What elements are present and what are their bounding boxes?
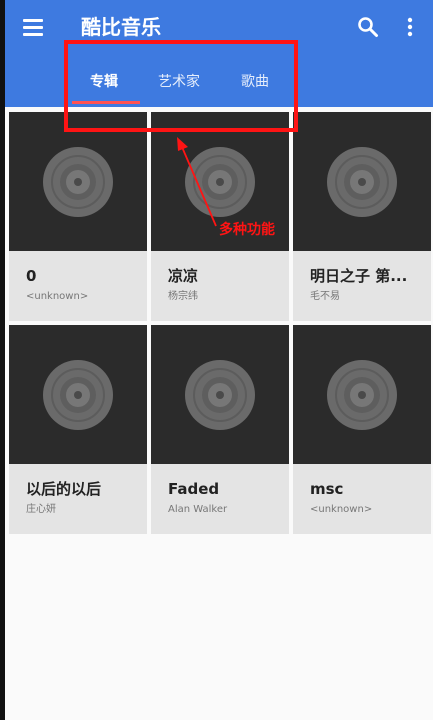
album-cover — [9, 325, 147, 464]
album-artist: Alan Walker — [168, 504, 228, 515]
album-artist: <unknown> — [310, 504, 373, 515]
vinyl-record-icon — [185, 360, 255, 430]
more-vertical-icon[interactable] — [402, 16, 418, 38]
app-bar: 酷比音乐 专辑 艺术家 歌曲 — [0, 0, 433, 107]
album-card[interactable]: 明日之子 第... 毛不易 — [293, 112, 431, 321]
album-title: Faded — [168, 480, 220, 498]
vinyl-record-icon — [185, 147, 255, 217]
app-title: 酷比音乐 — [81, 15, 161, 39]
album-card[interactable]: msc <unknown> — [293, 325, 431, 534]
album-artist: 杨宗纬 — [168, 291, 198, 302]
album-artist: <unknown> — [26, 291, 89, 302]
album-cover — [293, 112, 431, 251]
vinyl-record-icon — [327, 360, 397, 430]
tab-songs[interactable]: 歌曲 — [241, 70, 269, 94]
album-card[interactable]: 以后的以后 庄心妍 — [9, 325, 147, 534]
hamburger-menu-icon[interactable] — [23, 17, 45, 37]
vinyl-record-icon — [43, 360, 113, 430]
screen-edge — [0, 0, 5, 720]
album-artist: 庄心妍 — [26, 504, 56, 515]
tab-artists[interactable]: 艺术家 — [158, 70, 200, 94]
album-card[interactable]: 0 <unknown> — [9, 112, 147, 321]
album-title: 凉凉 — [168, 267, 199, 285]
album-title: 以后的以后 — [26, 480, 102, 498]
tab-albums[interactable]: 专辑 — [90, 70, 118, 94]
album-artist: 毛不易 — [310, 291, 340, 302]
tab-indicator — [72, 101, 140, 104]
annotation-label: 多种功能 — [219, 222, 275, 238]
album-title: msc — [310, 480, 344, 498]
album-title: 明日之子 第... — [310, 267, 408, 285]
album-cover — [151, 325, 289, 464]
album-cover — [9, 112, 147, 251]
album-cover — [293, 325, 431, 464]
album-title: 0 — [26, 267, 37, 285]
vinyl-record-icon — [43, 147, 113, 217]
album-card[interactable]: Faded Alan Walker — [151, 325, 289, 534]
search-icon[interactable] — [357, 16, 379, 38]
album-card[interactable]: 凉凉 杨宗纬 — [151, 112, 289, 321]
vinyl-record-icon — [327, 147, 397, 217]
